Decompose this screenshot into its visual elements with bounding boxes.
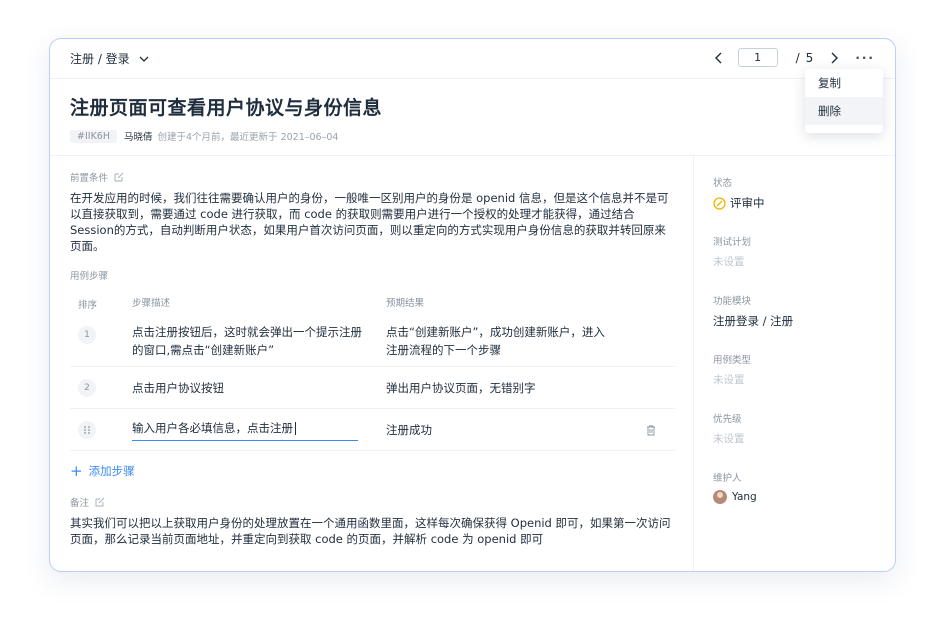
page-title: 注册页面可查看用户协议与身份信息 [70,97,383,119]
drag-handle-icon[interactable] [78,420,96,439]
text-caret [295,421,296,435]
row-order [70,420,132,439]
table-row[interactable]: 1 点击注册按钮后，这时就会弹出一个提示注册的窗口,需点击“创建新账户” 点击“… [70,316,675,367]
type-value[interactable]: 未设置 [713,372,883,387]
case-header: 注册页面可查看用户协议与身份信息 #IIK6H 马晓倩 创建于4个月前，最近更新… [70,93,382,143]
status-value[interactable]: 评审中 [713,195,883,211]
step-number: 1 [78,326,96,344]
chevron-left-icon[interactable] [712,51,726,65]
header-divider [50,155,895,156]
maintainer-name: Yang [732,491,757,503]
col-desc: 步骤描述 [132,298,171,309]
pager: 1 / 5 ··· [712,48,875,67]
precondition-label-text: 前置条件 [70,173,109,184]
sidebar-divider [693,156,694,571]
col-expected: 预期结果 [386,298,425,309]
case-meta: #IIK6H 马晓倩 创建于4个月前，最近更新于 2021–06–04 [70,129,382,143]
sidebar-module: 功能模块 注册登录 / 注册 [713,293,883,352]
precondition-label: 前置条件 [70,170,675,184]
module-value[interactable]: 注册登录 / 注册 [713,313,883,329]
case-author: 马晓倩 [123,132,153,143]
module-label: 功能模块 [713,296,752,307]
status-label: 状态 [713,178,733,189]
case-id-badge: #IIK6H [70,129,117,143]
case-meta-text: 创建于4个月前，最近更新于 2021–06–04 [157,132,339,143]
edit-icon[interactable] [95,497,105,507]
sidebar-type: 用例类型 未设置 [713,352,883,411]
step-desc-cell: 输入用户各必填信息，点击注册 [132,419,386,441]
step-expected: 弹出用户协议页面，无错别字 [386,380,536,395]
step-desc: 点击注册按钮后，这时就会弹出一个提示注册的窗口,需点击“创建新账户” [132,325,362,357]
priority-label: 优先级 [713,414,742,425]
maintainer-label: 维护人 [713,473,742,484]
sidebar: 状态 评审中 测试计划 未设置 功能模块 注册登录 / 注册 用例类型 未设置 … [713,175,883,529]
edit-icon[interactable] [114,172,124,182]
steps-label: 用例步骤 [70,271,109,282]
priority-value[interactable]: 未设置 [713,431,883,446]
main-content: 前置条件 在开发应用的时候，我们往往需要确认用户的身份，一般唯一区别用户的身份是… [70,170,675,547]
menu-item-copy[interactable]: 复制 [805,69,883,97]
plan-value[interactable]: 未设置 [713,254,883,269]
notes-label-text: 备注 [70,498,90,509]
breadcrumb-dropdown[interactable]: 注册 / 登录 [70,50,150,67]
step-desc-input[interactable]: 输入用户各必填信息，点击注册 [132,419,358,441]
sidebar-status: 状态 评审中 [713,175,883,234]
test-case-card: 注册 / 登录 1 / 5 ··· 注册页面可查看用户协议与身份信息 #IIK6… [49,38,896,572]
page-input[interactable]: 1 [737,48,778,67]
precondition-text[interactable]: 在开发应用的时候，我们往往需要确认用户的身份，一般唯一区别用户的身份是 open… [70,190,675,254]
steps-table-header: 排序 步骤描述 预期结果 [70,292,675,316]
step-desc: 点击用户协议按钮 [132,380,224,395]
step-number: 2 [78,378,96,397]
more-menu: 复制 删除 [805,69,883,133]
status-value-text: 评审中 [730,196,765,210]
notes-label: 备注 [70,495,675,509]
step-expected[interactable]: 注册成功 [386,421,616,439]
page-total: 5 [805,50,814,65]
top-bar: 注册 / 登录 1 / 5 ··· [50,39,895,79]
chevron-right-icon[interactable] [827,51,841,65]
row-order: 1 [70,326,132,344]
notes-text[interactable]: 其实我们可以把以上获取用户身份的处理放置在一个通用函数里面，这样每次确保获得 O… [70,515,675,547]
table-row[interactable]: 2 点击用户协议按钮 弹出用户协议页面，无错别字 [70,367,675,409]
sidebar-plan: 测试计划 未设置 [713,234,883,293]
col-order: 排序 [78,300,98,311]
in-review-icon [713,196,726,210]
avatar [713,490,727,504]
row-order: 2 [70,378,132,397]
more-icon[interactable]: ··· [855,51,875,65]
add-step-label: 添加步骤 [88,464,135,478]
sidebar-maintainer: 维护人 Yang [713,470,883,529]
step-desc-input-value: 输入用户各必填信息，点击注册 [132,420,293,435]
table-row-editing[interactable]: 输入用户各必填信息，点击注册 注册成功 [70,409,675,451]
maintainer-value[interactable]: Yang [713,490,883,504]
steps-table: 排序 步骤描述 预期结果 1 点击注册按钮后，这时就会弹出一个提示注册的窗口,需… [70,292,675,451]
type-label: 用例类型 [713,355,752,366]
chevron-down-icon [139,56,149,62]
plan-label: 测试计划 [713,237,752,248]
sidebar-priority: 优先级 未设置 [713,411,883,470]
trash-icon[interactable] [645,424,657,436]
breadcrumb-text: 注册 / 登录 [70,52,130,66]
page-separator: / [795,50,800,65]
menu-item-delete[interactable]: 删除 [805,97,883,125]
step-expected: 点击“创建新账户”，成功创建新账户，进入注册流程的下一个步骤 [386,325,605,357]
add-step-button[interactable]: + 添加步骤 [70,463,675,479]
plus-icon: + [70,462,83,480]
